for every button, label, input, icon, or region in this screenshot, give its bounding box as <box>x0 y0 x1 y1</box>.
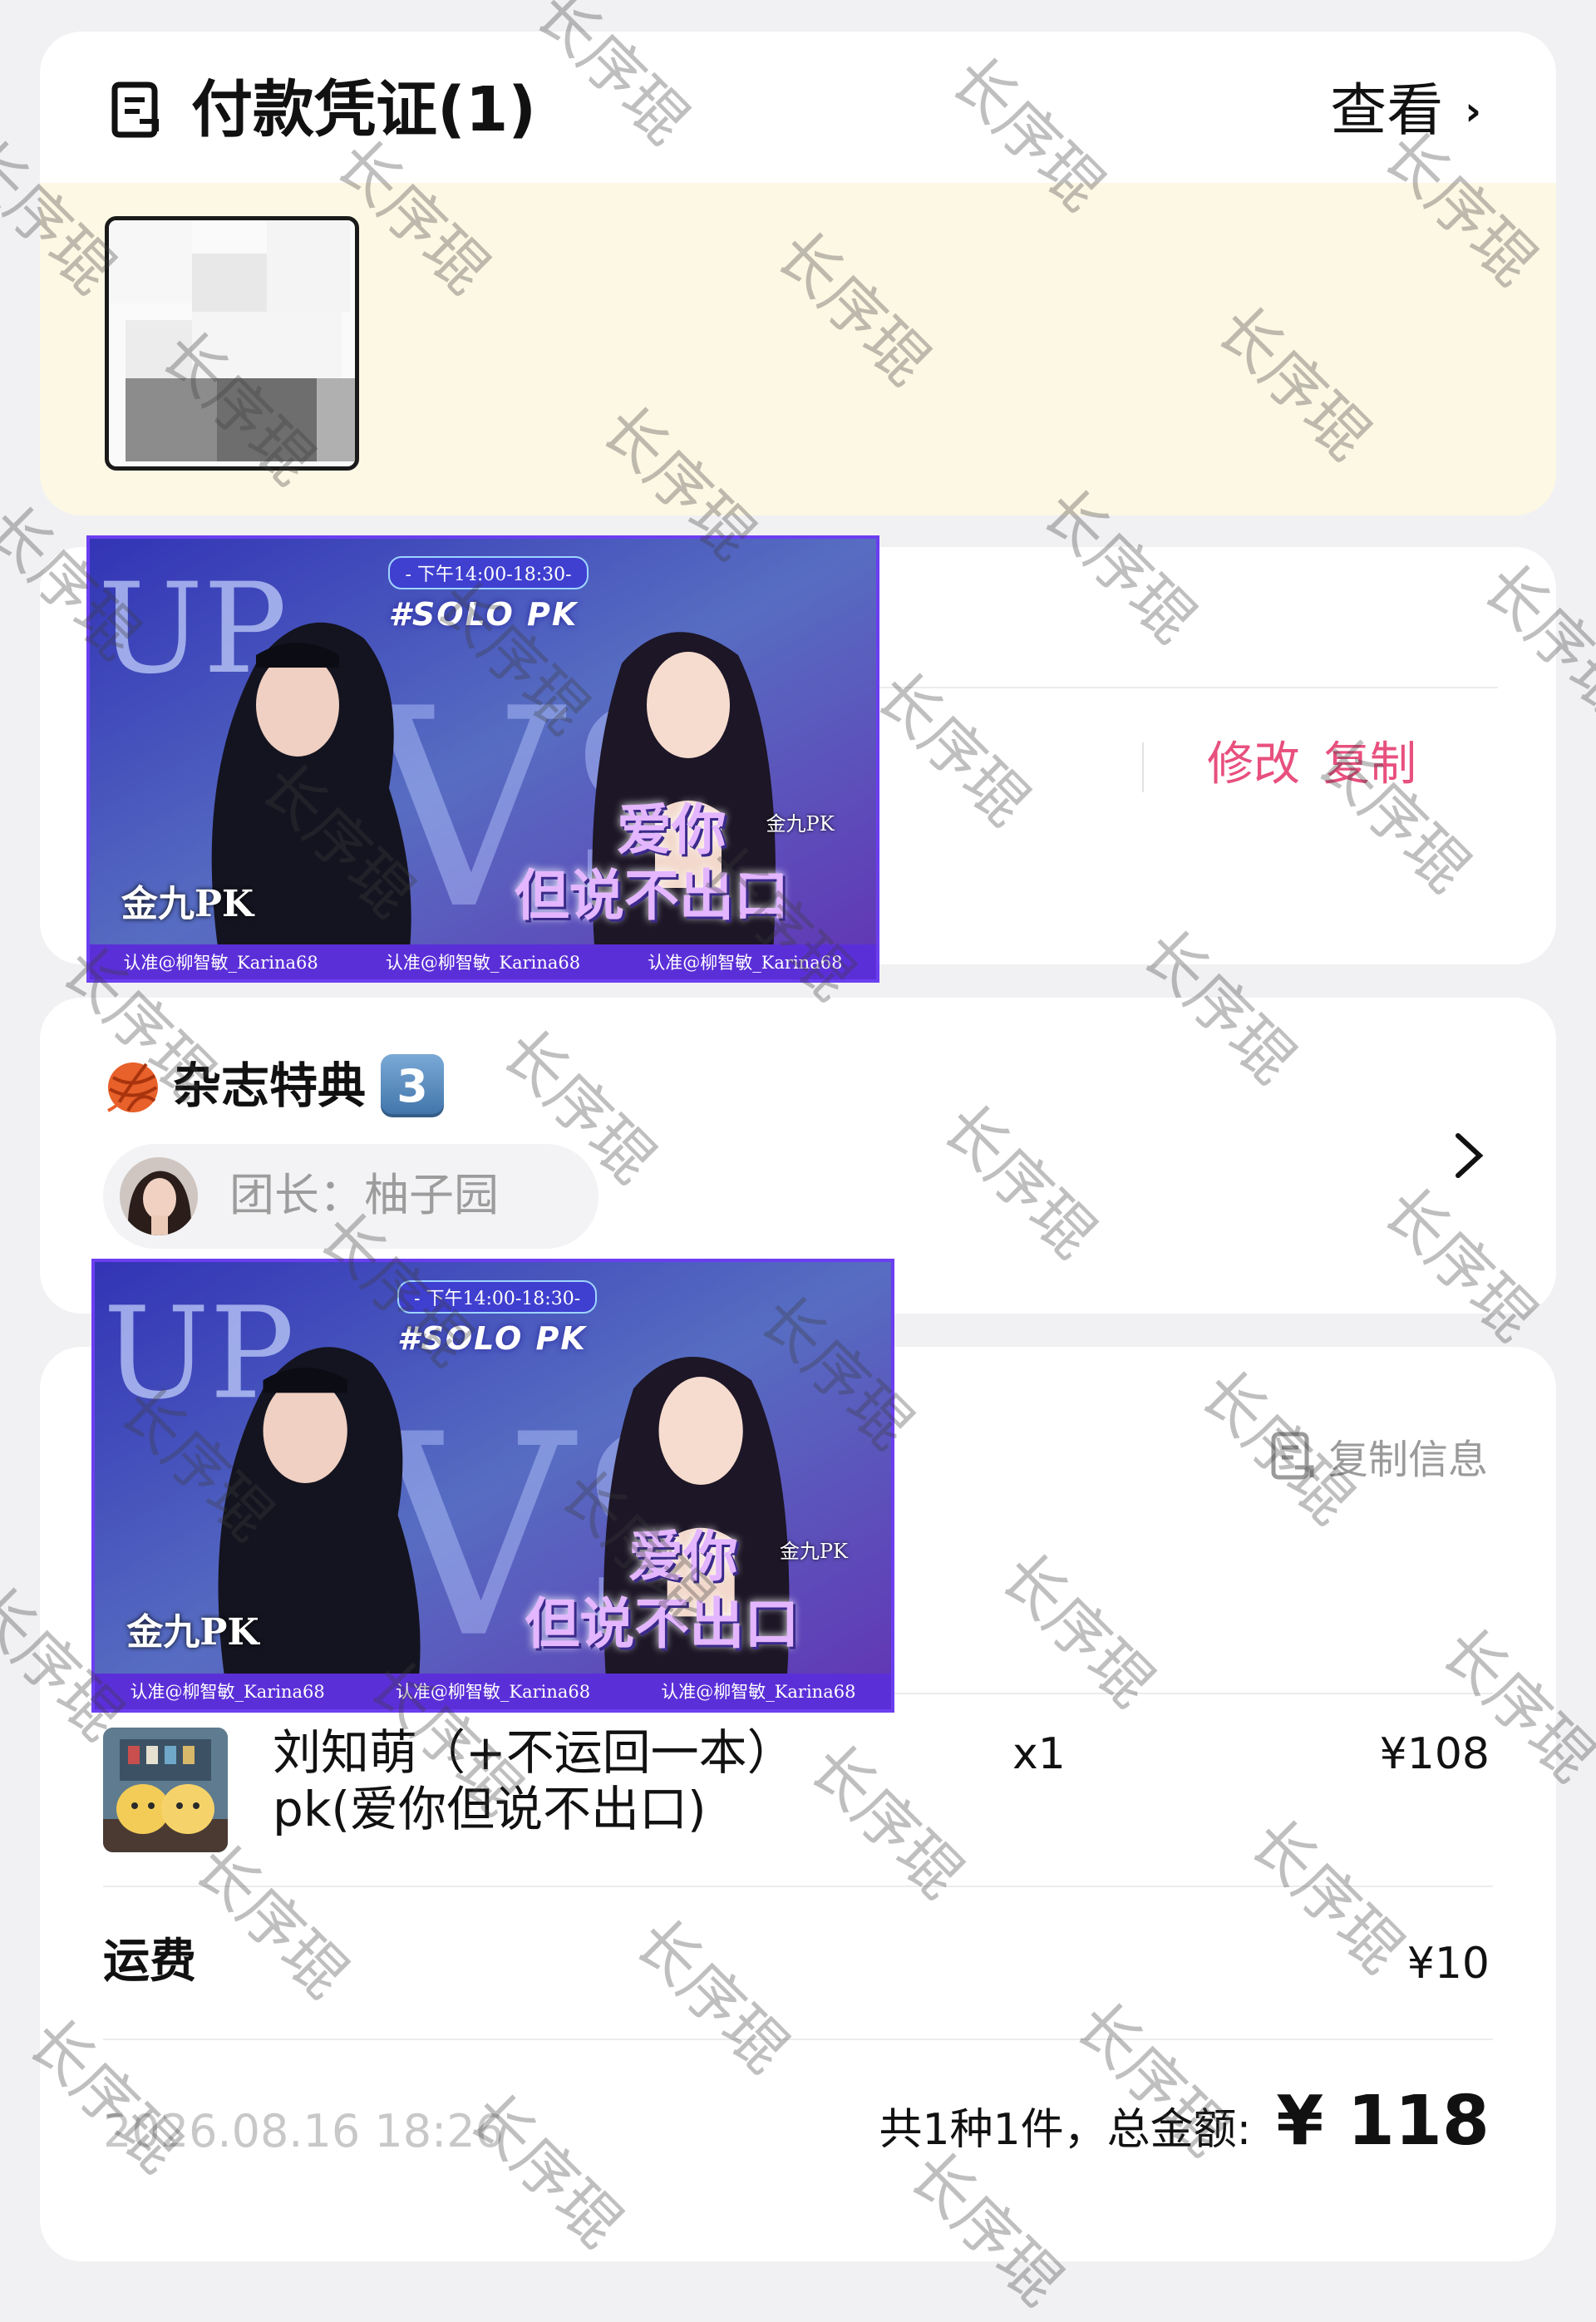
chevron-right-icon[interactable] <box>1450 1131 1488 1181</box>
yarn-ball-icon <box>107 1062 158 1112</box>
voucher-body <box>40 183 1556 515</box>
order-total: 共1种1件，总金额: ¥ 118 <box>879 2082 1490 2161</box>
address-actions: 修改 复制 <box>1207 732 1416 798</box>
voucher-thumbnail[interactable] <box>105 216 359 471</box>
banner-right-tag: 金九PK <box>766 812 835 836</box>
banner-line2: 但说不出口 <box>514 863 789 929</box>
voucher-header: 付款凭证(1) 查看 › <box>40 32 1556 183</box>
view-voucher-label: 查看 <box>1330 78 1444 144</box>
banner-footer-text: 认准@柳智敏_Karina68 <box>130 1682 325 1703</box>
divider <box>103 1886 1493 1887</box>
banner-line2: 但说不出口 <box>525 1590 800 1656</box>
banner-footer-text: 认准@柳智敏_Karina68 <box>648 952 843 973</box>
view-voucher-button[interactable]: 查看 › <box>1330 75 1481 148</box>
banner-footer-text: 认准@柳智敏_Karina68 <box>661 1682 856 1703</box>
chevron-right-icon: › <box>1465 88 1481 135</box>
banner-footer: 认准@柳智敏_Karina68 认准@柳智敏_Karina68 认准@柳智敏_K… <box>95 1673 891 1709</box>
copy-document-icon <box>1271 1432 1314 1480</box>
separator <box>1142 742 1144 792</box>
copy-info-button[interactable]: 复制信息 <box>1270 1427 1488 1485</box>
banner-right-tag: 金九PK <box>779 1540 848 1564</box>
group-title: 杂志特典 <box>173 1057 367 1114</box>
product-quantity: x1 <box>1012 1729 1066 1779</box>
banner-footer: 认准@柳智敏_Karina68 认准@柳智敏_Karina68 认准@柳智敏_K… <box>90 944 876 979</box>
shipping-value: ¥10 <box>1406 1939 1490 1989</box>
shipping-label: 运费 <box>103 1935 196 1989</box>
total-amount: ¥ 118 <box>1276 2082 1490 2161</box>
banner-solo: #SOLO PK <box>397 1319 587 1357</box>
avatar <box>120 1157 198 1235</box>
payment-voucher-card: 付款凭证(1) 查看 › <box>40 32 1556 515</box>
promo-banner: UP VS - 下午14:00-18:30- #SOLO PK 金九PK 金九P… <box>91 1259 894 1713</box>
product-name: 刘知萌（+不运回一本）pk(爱你但说不出口) <box>273 1724 796 1837</box>
banner-left-title: 金九PK <box>121 882 254 925</box>
banner-time: - 下午14:00-18:30- <box>388 556 589 590</box>
promo-banner: UP VS - 下午14:00-18:30- #SOLO PK 金九PK 金九P… <box>86 535 879 983</box>
banner-footer-text: 认准@柳智敏_Karina68 <box>385 952 581 973</box>
banner-left-title: 金九PK <box>126 1610 259 1654</box>
product-thumbnail[interactable] <box>103 1728 228 1852</box>
divider <box>103 2039 1493 2040</box>
product-price: ¥108 <box>1379 1729 1490 1779</box>
receipt-icon <box>111 81 159 138</box>
banner-footer-text: 认准@柳智敏_Karina68 <box>123 952 318 973</box>
banner-time: - 下午14:00-18:30- <box>397 1279 598 1314</box>
copy-info-label: 复制信息 <box>1328 1437 1488 1483</box>
banner-footer-text: 认准@柳智敏_Karina68 <box>395 1682 591 1703</box>
copy-address-button[interactable]: 复制 <box>1323 732 1416 798</box>
banner-solo: #SOLO PK <box>388 595 579 633</box>
total-label: 共1种1件，总金额: <box>879 2105 1252 2155</box>
voucher-title: 付款凭证(1) <box>191 74 537 145</box>
edit-address-button[interactable]: 修改 <box>1207 732 1300 798</box>
group-leader-name: 团长：柚子园 <box>229 1169 499 1221</box>
group-leader-pill[interactable]: 团长：柚子园 <box>103 1144 598 1249</box>
count-badge: 3 <box>381 1054 444 1117</box>
order-timestamp: 2026.08.16 18:26 <box>103 2105 504 2157</box>
